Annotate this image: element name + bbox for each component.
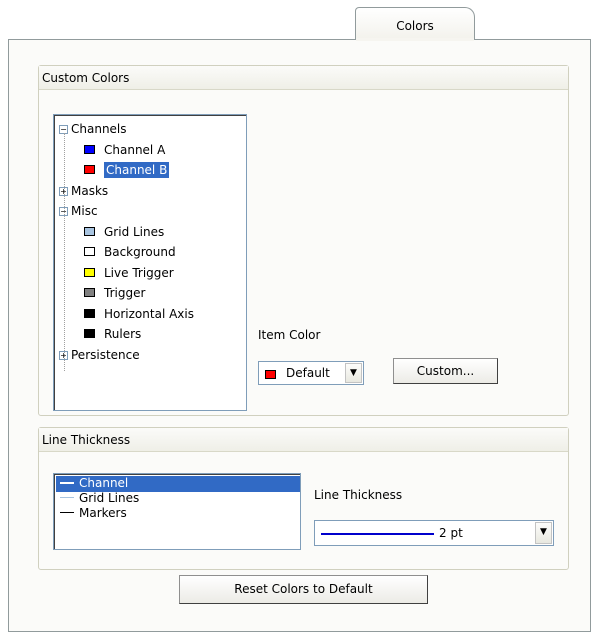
tree-item-label: Live Trigger [104, 265, 174, 280]
line-list-item-label: Grid Lines [79, 491, 140, 505]
tree-item-label: Persistence [71, 347, 140, 362]
tree-item[interactable]: Rulers [84, 325, 141, 345]
tree-item[interactable]: Trigger [84, 284, 145, 304]
line-thickness-group: Line Thickness Channel Grid Lines Markers … [38, 427, 569, 570]
tree-item-label: Channels [71, 122, 127, 136]
chevron-down-icon[interactable]: ▼ [535, 522, 552, 544]
color-swatch-icon [84, 226, 95, 236]
custom-colors-group: Custom Colors − Channels Channel A Channel … [38, 65, 569, 416]
tree-item[interactable]: Live Trigger [84, 264, 174, 284]
tree-item-label: Misc [71, 204, 98, 218]
item-color-label: Item Color [258, 328, 321, 342]
color-swatch-icon [84, 267, 95, 277]
color-swatch-icon [84, 288, 95, 297]
tree-item[interactable]: Horizontal Axis [84, 305, 194, 325]
tree-item-label: Masks [71, 183, 109, 198]
reset-colors-button[interactable]: Reset Colors to Default [179, 575, 428, 604]
item-color-swatch [265, 370, 276, 379]
tree-item[interactable]: Grid Lines [84, 223, 164, 243]
color-swatch-icon [84, 165, 95, 174]
color-items-tree[interactable]: − Channels Channel A Channel B + Masks − Misc Gr… [53, 114, 247, 411]
tree-item[interactable]: + Masks [59, 182, 108, 202]
item-color-dropdown[interactable]: Default ▼ [258, 361, 364, 385]
line-list-item-label: Markers [79, 506, 127, 520]
custom-color-button-label: Custom... [416, 364, 475, 378]
line-list-item[interactable]: Markers [56, 506, 300, 522]
line-list-item[interactable]: Channel [56, 476, 300, 492]
tree-item[interactable]: Channel B [84, 161, 170, 181]
line-thickness-dropdown[interactable]: 2 pt ▼ [314, 520, 554, 546]
tab-colors-label: Colors [396, 19, 434, 33]
custom-color-button[interactable]: Custom... [393, 358, 498, 384]
color-swatch-icon [84, 329, 95, 338]
tree-item-label: Rulers [104, 327, 142, 341]
tab-colors[interactable]: Colors [355, 7, 475, 40]
line-sample-icon [60, 481, 74, 484]
line-sample-icon [60, 497, 74, 498]
tree-item-label: Grid Lines [104, 224, 165, 239]
line-thickness-value: 2 pt [439, 526, 463, 540]
line-list-item-label: Channel [79, 476, 129, 490]
tree-item-label: Channel B [104, 162, 170, 178]
line-items-list[interactable]: Channel Grid Lines Markers [53, 473, 301, 550]
color-swatch-icon [84, 144, 95, 154]
chevron-down-icon[interactable]: ▼ [345, 363, 362, 383]
line-sample-icon [60, 512, 74, 513]
tree-item[interactable]: + Persistence [59, 346, 140, 366]
thickness-line-sample [321, 533, 434, 535]
color-swatch-icon [84, 247, 95, 256]
tree-item-label: Background [104, 245, 176, 259]
tree-item[interactable]: Background [84, 243, 176, 263]
tree-item[interactable]: Channel A [84, 141, 165, 161]
custom-colors-header: Custom Colors [39, 66, 568, 90]
line-list-item[interactable]: Grid Lines [56, 491, 300, 507]
tree-item-label: Horizontal Axis [104, 306, 194, 321]
line-thickness-label: Line Thickness [314, 488, 403, 502]
item-color-value: Default [286, 366, 330, 380]
tree-item-label: Trigger [104, 286, 146, 300]
reset-colors-button-label: Reset Colors to Default [234, 582, 373, 596]
color-swatch-icon [84, 308, 95, 318]
line-thickness-header: Line Thickness [39, 428, 568, 452]
tree-item-label: Channel A [104, 142, 166, 157]
tree-item[interactable]: − Channels [59, 120, 127, 140]
